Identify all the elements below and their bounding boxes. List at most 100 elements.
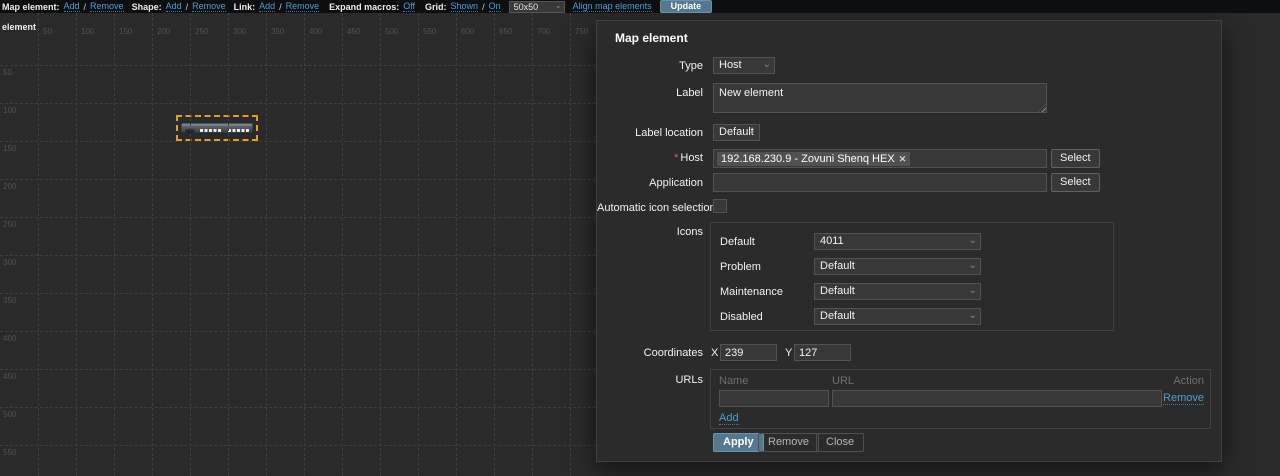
auto-icon-label: Automatic icon selection bbox=[597, 202, 716, 214]
coordinate-y-input[interactable] bbox=[794, 344, 851, 361]
map-element-add-link[interactable]: Add bbox=[63, 1, 80, 12]
icon-problem-select[interactable]: Default ⌄ bbox=[814, 258, 981, 275]
host-label: * Host bbox=[674, 152, 703, 164]
chevron-down-icon: ⌄ bbox=[747, 126, 756, 137]
urls-label: URLs bbox=[675, 374, 703, 386]
separator: / bbox=[185, 1, 189, 12]
urls-col-url: URL bbox=[832, 375, 855, 387]
expand-macros-label: Expand macros: bbox=[329, 1, 400, 12]
grid-line-horizontal bbox=[0, 369, 596, 370]
grid-x-tick-label: 200 bbox=[157, 27, 171, 36]
grid-y-tick-label: 100 bbox=[3, 106, 17, 115]
label-textarea[interactable]: New element bbox=[713, 83, 1047, 113]
icons-label: Icons bbox=[676, 226, 703, 238]
dialog-title: Map element bbox=[615, 31, 688, 45]
host-chip: 192.168.230.9 - Zovuni Shenq HEX ✕ bbox=[717, 151, 911, 166]
grid-x-tick-label: 600 bbox=[461, 27, 475, 36]
remove-button[interactable]: Remove bbox=[758, 433, 819, 452]
application-input[interactable] bbox=[713, 173, 1047, 192]
grid-y-tick-label: 450 bbox=[3, 372, 17, 381]
grid-x-tick-label: 400 bbox=[309, 27, 323, 36]
separator: / bbox=[279, 1, 282, 12]
icon-default-select[interactable]: 4011 ⌄ bbox=[814, 233, 981, 250]
chevron-down-icon: ⌄ bbox=[968, 235, 977, 246]
chevron-down-icon: ⌄ bbox=[554, 0, 562, 10]
application-select-button[interactable]: Select bbox=[1051, 173, 1100, 192]
map-editor-toolbar: Map element: Add / Remove Shape: Add / R… bbox=[0, 0, 1280, 13]
close-button[interactable]: Close bbox=[816, 433, 865, 452]
align-map-elements-link[interactable]: Align map elements bbox=[572, 1, 652, 12]
required-asterisk: * bbox=[674, 152, 679, 164]
update-button[interactable]: Update bbox=[659, 0, 713, 13]
url-add-link[interactable]: Add bbox=[719, 412, 739, 425]
urls-groupbox: Name URL Action Remove Add bbox=[710, 369, 1211, 429]
map-corner-element-label: element bbox=[2, 22, 37, 32]
chevron-down-icon: ⌄ bbox=[968, 285, 977, 296]
host-select-button[interactable]: Select bbox=[1051, 149, 1100, 168]
grid-x-tick-label: 750 bbox=[575, 27, 589, 36]
icon-maintenance-label: Maintenance bbox=[720, 286, 783, 298]
icon-disabled-select[interactable]: Default ⌄ bbox=[814, 308, 981, 325]
separator: / bbox=[482, 1, 485, 12]
grid-y-tick-label: 50 bbox=[3, 68, 12, 77]
icons-groupbox: Default 4011 ⌄ Problem Default ⌄ Mainten… bbox=[710, 222, 1114, 331]
shape-group-label: Shape: bbox=[131, 1, 162, 12]
link-group-label: Link: bbox=[233, 1, 256, 12]
url-remove-link[interactable]: Remove bbox=[1163, 392, 1204, 405]
grid-line-horizontal bbox=[0, 293, 596, 294]
application-label: Application bbox=[649, 177, 703, 189]
grid-x-tick-label: 500 bbox=[385, 27, 399, 36]
chip-remove-icon[interactable]: ✕ bbox=[899, 152, 907, 166]
grid-y-tick-label: 300 bbox=[3, 258, 17, 267]
host-multiselect[interactable]: 192.168.230.9 - Zovuni Shenq HEX ✕ bbox=[713, 149, 1047, 168]
shape-add-link[interactable]: Add bbox=[165, 1, 182, 12]
grid-x-tick-label: 350 bbox=[271, 27, 285, 36]
coordinate-y-label: Y bbox=[785, 347, 793, 359]
grid-shown-toggle[interactable]: Shown bbox=[450, 1, 479, 12]
coordinates-label: Coordinates bbox=[643, 347, 703, 359]
auto-icon-checkbox[interactable] bbox=[713, 199, 727, 213]
chevron-down-icon: ⌄ bbox=[968, 260, 977, 271]
grid-size-select[interactable]: 50x50 ⌄ bbox=[508, 0, 565, 13]
expand-macros-toggle[interactable]: Off bbox=[403, 1, 416, 12]
grid-y-tick-label: 200 bbox=[3, 182, 17, 191]
grid-x-tick-label: 100 bbox=[81, 27, 95, 36]
grid-y-tick-label: 350 bbox=[3, 296, 17, 305]
switch-device-icon bbox=[180, 122, 254, 134]
shape-remove-link[interactable]: Remove bbox=[192, 1, 226, 12]
grid-snap-toggle[interactable]: On bbox=[488, 1, 501, 12]
apply-button[interactable]: Apply bbox=[713, 433, 764, 452]
coordinate-x-label: X bbox=[711, 347, 719, 359]
separator: / bbox=[83, 1, 87, 12]
map-element-remove-link[interactable]: Remove bbox=[90, 1, 124, 12]
urls-col-name: Name bbox=[719, 375, 749, 387]
grid-y-tick-label: 150 bbox=[3, 144, 17, 153]
link-add-link[interactable]: Add bbox=[259, 1, 276, 12]
type-select[interactable]: Host ⌄ bbox=[713, 57, 775, 74]
grid-line-horizontal bbox=[0, 141, 596, 142]
icon-problem-label: Problem bbox=[720, 261, 761, 273]
chevron-down-icon: ⌄ bbox=[968, 310, 977, 321]
url-name-input[interactable] bbox=[719, 390, 829, 407]
url-value-input[interactable] bbox=[832, 390, 1162, 407]
chevron-down-icon: ⌄ bbox=[762, 59, 771, 70]
grid-x-tick-label: 50 bbox=[43, 27, 52, 36]
icon-maintenance-select[interactable]: Default ⌄ bbox=[814, 283, 981, 300]
label-field-label: Label bbox=[676, 87, 703, 99]
grid-line-horizontal bbox=[0, 407, 596, 408]
link-remove-link[interactable]: Remove bbox=[285, 1, 320, 12]
grid-y-tick-label: 400 bbox=[3, 334, 17, 343]
grid-y-tick-label: 550 bbox=[3, 448, 17, 457]
grid-line-horizontal bbox=[0, 331, 596, 332]
type-select-value: Host bbox=[719, 59, 742, 71]
label-location-select[interactable]: Default ⌄ bbox=[713, 124, 760, 141]
type-label: Type bbox=[679, 60, 703, 72]
label-location-label: Label location bbox=[635, 127, 703, 139]
urls-col-action: Action bbox=[1173, 375, 1204, 387]
grid-x-tick-label: 700 bbox=[537, 27, 551, 36]
grid-size-value: 50x50 bbox=[513, 1, 539, 12]
coordinate-x-input[interactable] bbox=[720, 344, 777, 361]
selected-map-element[interactable] bbox=[176, 115, 258, 141]
grid-x-tick-label: 450 bbox=[347, 27, 361, 36]
map-element-dialog: Map element Type Host ⌄ Label New elemen… bbox=[596, 20, 1222, 462]
